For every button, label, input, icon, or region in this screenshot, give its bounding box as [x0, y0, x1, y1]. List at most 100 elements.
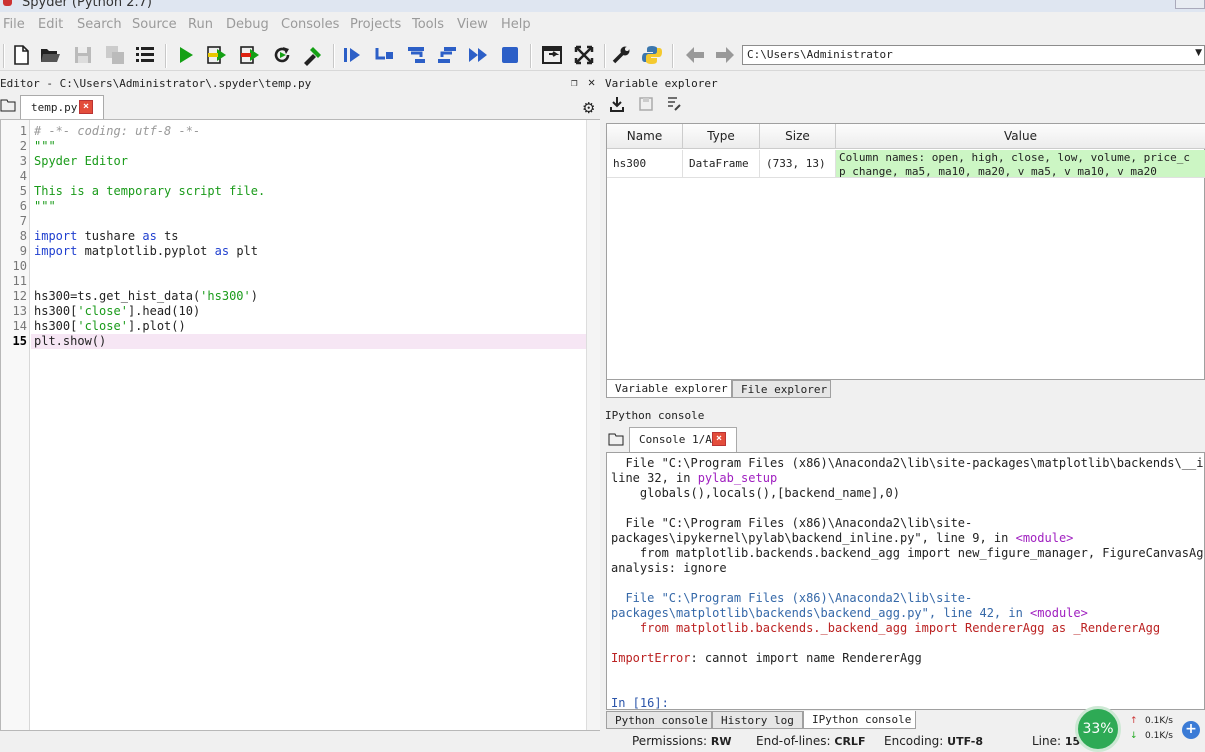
- menu-view[interactable]: View: [457, 17, 488, 32]
- console-line: ImportError: cannot import name Renderer…: [611, 651, 922, 666]
- window-title: Spyder (Python 2.7): [22, 0, 152, 10]
- tab-console-1a[interactable]: Console 1/A ×: [629, 427, 737, 452]
- code-token: as: [214, 244, 230, 258]
- column-header-name[interactable]: Name: [607, 124, 683, 149]
- code-line[interactable]: hs300=ts.get_hist_data('hs300'): [34, 289, 258, 304]
- code-line[interactable]: plt.show(): [34, 334, 106, 349]
- close-tab-icon[interactable]: ×: [712, 432, 726, 446]
- editor-scrollbar[interactable]: [586, 120, 600, 730]
- working-directory-combo[interactable]: C:\Users\Administrator ▼: [742, 45, 1205, 65]
- fullscreen-icon[interactable]: [572, 43, 596, 67]
- menu-file[interactable]: File: [3, 17, 25, 32]
- menu-projects[interactable]: Projects: [350, 17, 401, 32]
- code-line[interactable]: # -*- coding: utf-8 -*-: [34, 124, 200, 139]
- menu-debug[interactable]: Debug: [226, 17, 269, 32]
- console-output[interactable]: File "C:\Program Files (x86)\Anaconda2\l…: [606, 452, 1205, 710]
- run-icon[interactable]: [174, 43, 198, 67]
- tab-ipython-console[interactable]: IPython console: [803, 711, 916, 729]
- menu-search[interactable]: Search: [77, 17, 122, 32]
- undock-icon[interactable]: ❐: [571, 76, 578, 89]
- code-token: import: [34, 244, 78, 258]
- menu-source[interactable]: Source: [132, 17, 177, 32]
- tab-variable-explorer[interactable]: Variable explorer: [606, 380, 732, 398]
- preferences-icon[interactable]: [609, 43, 633, 67]
- menu-consoles[interactable]: Consoles: [281, 17, 339, 32]
- code-line[interactable]: import matplotlib.pyplot as plt: [34, 244, 258, 259]
- run-cell-advance-icon[interactable]: [238, 43, 262, 67]
- back-arrow-icon[interactable]: [683, 43, 707, 67]
- tab-python-console[interactable]: Python console: [606, 711, 712, 729]
- code-token: as: [142, 229, 157, 243]
- remove-all-icon[interactable]: [666, 96, 682, 112]
- rerun-icon[interactable]: [270, 43, 294, 67]
- line-number: 7: [19, 214, 27, 228]
- code-token: hs300[: [34, 319, 78, 333]
- python-path-icon[interactable]: [640, 43, 664, 67]
- console-text: analysis: ignore: [611, 561, 727, 575]
- code-line[interactable]: """: [34, 139, 56, 154]
- code-line[interactable]: hs300['close'].head(10): [34, 304, 200, 319]
- upload-arrow-icon: ↑: [1130, 716, 1138, 726]
- permissions-status: Permissions: RW: [632, 734, 732, 748]
- code-line[interactable]: """: [34, 199, 56, 214]
- save-all-icon[interactable]: [103, 43, 127, 67]
- column-header-value[interactable]: Value: [836, 124, 1205, 149]
- encoding-status: Encoding: UTF-8: [884, 734, 984, 748]
- toolbar-separator: [165, 44, 167, 68]
- column-header-size[interactable]: Size: [760, 124, 836, 149]
- new-file-icon[interactable]: [9, 43, 33, 67]
- title-bar: Spyder (Python 2.7): [0, 0, 1205, 12]
- menu-tools[interactable]: Tools: [412, 17, 444, 32]
- import-data-icon[interactable]: [609, 96, 625, 112]
- console-line: packages\matplotlib\backends\backend_agg…: [611, 606, 1088, 621]
- open-file-icon[interactable]: [38, 43, 62, 67]
- save-data-icon[interactable]: [638, 96, 654, 112]
- code-line[interactable]: import tushare as ts: [34, 229, 179, 244]
- stop-debug-icon[interactable]: [498, 43, 522, 67]
- run-cell-icon[interactable]: [205, 43, 229, 67]
- code-editor[interactable]: 1 2 3 4 5 6 7 8 9 10 11 12 13 14 15 # -*- coding: utf-…: [0, 119, 600, 731]
- network-speed-widget[interactable]: 33% ↑ 0.1K/s ↓ 0.1K/s +: [1075, 703, 1205, 752]
- close-pane-icon[interactable]: ✕: [588, 75, 595, 89]
- console-line: from matplotlib.backends._backend_agg im…: [611, 621, 1160, 636]
- step-icon[interactable]: [372, 43, 396, 67]
- close-tab-icon[interactable]: ×: [79, 100, 93, 114]
- code-line[interactable]: This is a temporary script file.: [34, 184, 265, 199]
- menu-run[interactable]: Run: [188, 17, 213, 32]
- browse-tabs-icon[interactable]: [0, 98, 16, 112]
- save-file-icon[interactable]: [71, 43, 95, 67]
- maximize-pane-icon[interactable]: [540, 43, 564, 67]
- gear-icon[interactable]: ⚙: [582, 99, 595, 117]
- step-into-icon[interactable]: [404, 43, 428, 67]
- memory-percent-badge[interactable]: 33%: [1075, 706, 1121, 752]
- tab-temp-py[interactable]: temp.py ×: [20, 95, 104, 119]
- step-return-icon[interactable]: [435, 43, 459, 67]
- download-arrow-icon: ↓: [1130, 731, 1138, 741]
- file-list-icon[interactable]: [133, 43, 157, 67]
- forward-arrow-icon[interactable]: [713, 43, 737, 67]
- menu-help[interactable]: Help: [501, 17, 531, 32]
- code-line[interactable]: hs300['close'].plot(): [34, 319, 186, 334]
- continue-icon[interactable]: [466, 43, 490, 67]
- code-token: """: [34, 199, 56, 213]
- tab-history-log[interactable]: History log: [712, 711, 803, 729]
- plus-icon[interactable]: +: [1182, 721, 1200, 739]
- line-number-gutter: 1 2 3 4 5 6 7 8 9 10 11 12 13 14 15: [1, 120, 30, 730]
- debug-icon[interactable]: [340, 43, 364, 67]
- console-text: , line 42, in: [928, 606, 1031, 620]
- run-configuration-icon[interactable]: [300, 43, 324, 67]
- chevron-down-icon[interactable]: ▼: [1195, 48, 1202, 58]
- window-control-button[interactable]: [1175, 0, 1205, 9]
- line-number: 14: [12, 319, 27, 333]
- variable-value: Column names: open, high, close, low, vo…: [836, 150, 1205, 178]
- menu-edit[interactable]: Edit: [38, 17, 63, 32]
- browse-tabs-icon[interactable]: [608, 432, 624, 446]
- tab-file-explorer[interactable]: File explorer: [732, 380, 831, 398]
- code-line[interactable]: Spyder Editor: [34, 154, 128, 169]
- console-line: File "C:\Program Files (x86)\Anaconda2\l…: [611, 591, 972, 606]
- variable-type: DataFrame: [683, 150, 760, 178]
- variable-size: (733, 13): [760, 150, 836, 178]
- column-header-type[interactable]: Type: [683, 124, 760, 149]
- console-line: globals(),locals(),[backend_name],0): [611, 486, 900, 501]
- line-number: 3: [19, 154, 27, 168]
